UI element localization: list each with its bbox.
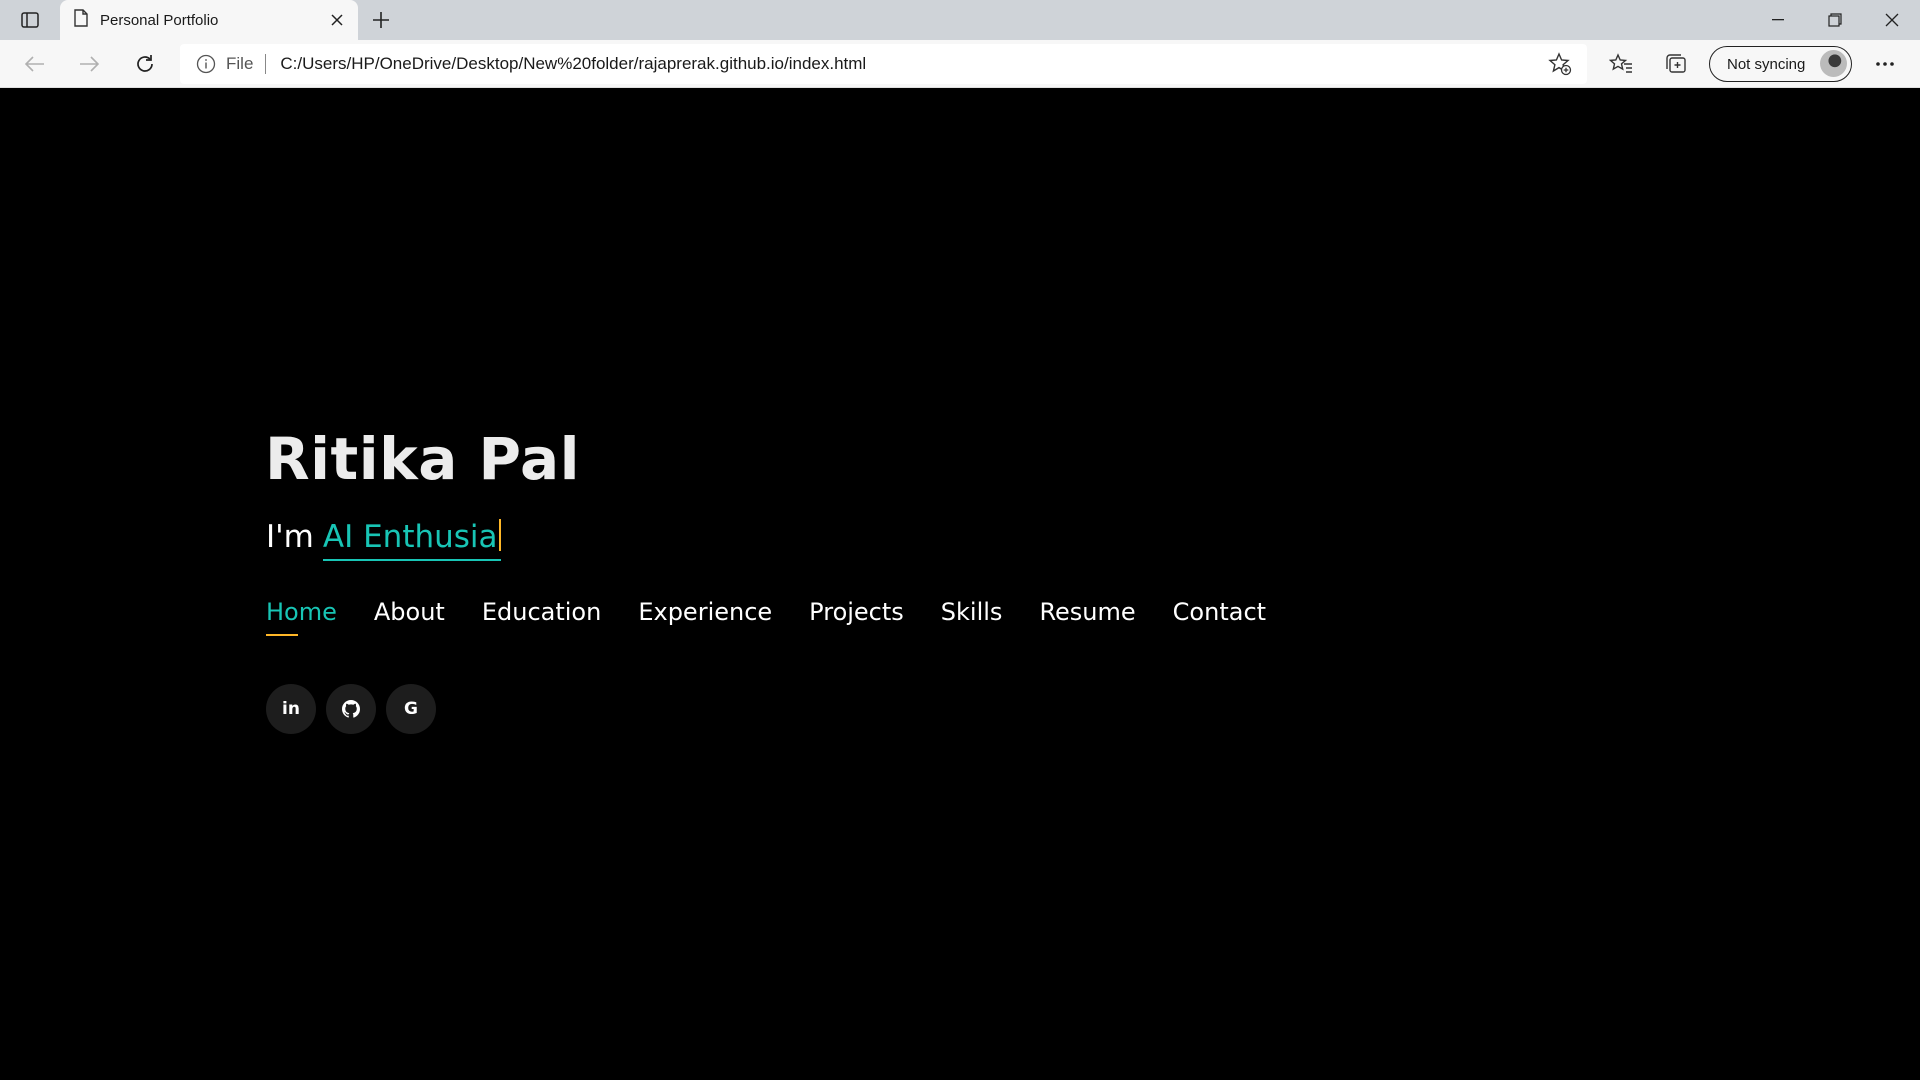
google-icon[interactable]: G xyxy=(386,684,436,734)
add-favorite-icon[interactable] xyxy=(1543,47,1577,81)
social-links: in G xyxy=(266,684,436,734)
tab-title: Personal Portfolio xyxy=(100,11,219,29)
restore-icon[interactable] xyxy=(1806,0,1863,40)
file-label: File xyxy=(226,54,254,73)
github-icon[interactable] xyxy=(326,684,376,734)
favorites-icon[interactable] xyxy=(1604,47,1638,81)
main-nav: Home About Education Experience Projects… xyxy=(266,598,1266,636)
avatar xyxy=(1820,50,1847,77)
typed-text: AI Enthusia xyxy=(322,519,498,555)
portfolio-page: Ritika Pal I'm AI Enthusia Home About Ed… xyxy=(0,89,1920,1080)
nav-item-home[interactable]: Home xyxy=(266,598,337,636)
url-text[interactable]: C:/Users/HP/OneDrive/Desktop/New%20folde… xyxy=(280,54,1543,74)
nav-item-about[interactable]: About xyxy=(374,598,445,636)
minimize-icon[interactable] xyxy=(1749,0,1806,40)
hero-name: Ritika Pal xyxy=(265,425,581,493)
intro-prefix: I'm xyxy=(266,519,314,555)
close-window-icon[interactable] xyxy=(1863,0,1920,40)
collections-icon[interactable] xyxy=(1658,47,1692,81)
info-icon[interactable] xyxy=(196,54,216,74)
more-options-icon[interactable] xyxy=(1868,47,1902,81)
typing-cursor xyxy=(498,519,501,551)
nav-item-contact[interactable]: Contact xyxy=(1173,598,1266,636)
page-icon xyxy=(74,8,88,32)
sync-label: Not syncing xyxy=(1727,55,1806,73)
browser-toolbar: File C:/Users/HP/OneDrive/Desktop/New%20… xyxy=(0,40,1920,88)
typed-role-text: AI Enthusia xyxy=(322,519,501,561)
new-tab-icon[interactable] xyxy=(366,5,396,35)
profile-sync-button[interactable]: Not syncing xyxy=(1709,46,1852,82)
browser-tab[interactable]: Personal Portfolio xyxy=(60,0,358,40)
sidebar-toggle-icon[interactable] xyxy=(14,8,46,32)
forward-icon[interactable] xyxy=(72,47,106,81)
nav-item-resume[interactable]: Resume xyxy=(1039,598,1135,636)
nav-item-experience[interactable]: Experience xyxy=(638,598,772,636)
address-divider xyxy=(265,54,267,74)
nav-item-education[interactable]: Education xyxy=(482,598,601,636)
back-icon[interactable] xyxy=(18,47,52,81)
window-controls xyxy=(1749,0,1920,40)
nav-item-projects[interactable]: Projects xyxy=(809,598,904,636)
nav-item-skills[interactable]: Skills xyxy=(941,598,1003,636)
hero-subtitle: I'm AI Enthusia xyxy=(266,519,501,561)
linkedin-icon[interactable]: in xyxy=(266,684,316,734)
address-bar[interactable]: File C:/Users/HP/OneDrive/Desktop/New%20… xyxy=(180,44,1587,84)
browser-titlebar: Personal Portfolio xyxy=(0,0,1920,40)
refresh-icon[interactable] xyxy=(128,47,162,81)
close-tab-icon[interactable] xyxy=(322,5,352,35)
